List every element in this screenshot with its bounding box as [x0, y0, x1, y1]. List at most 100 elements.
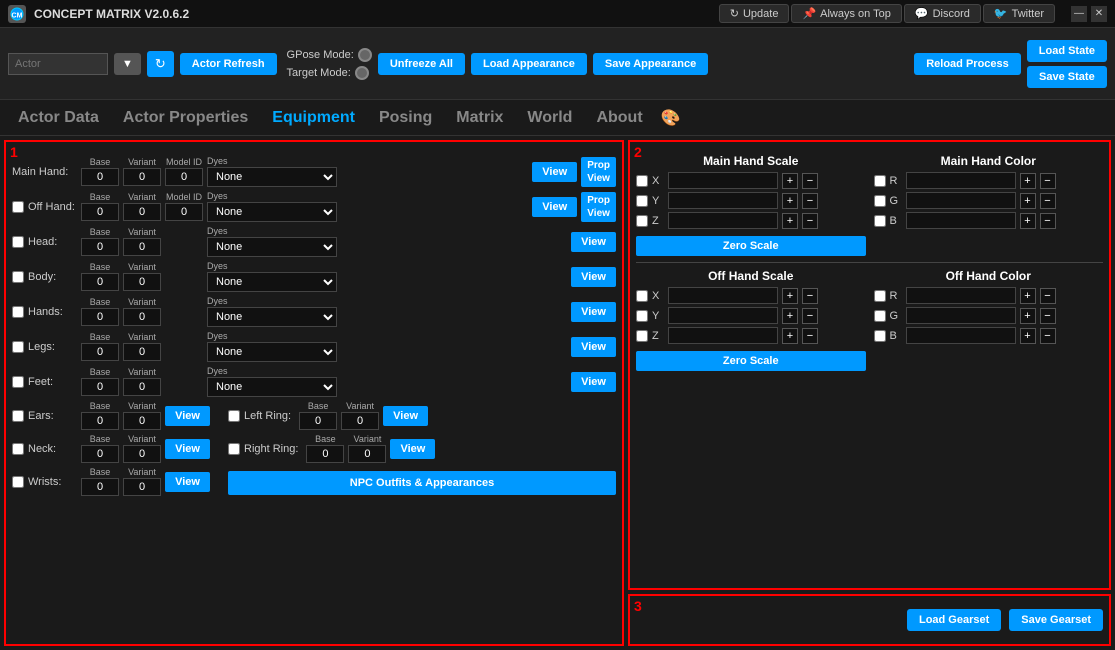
feet-dyes-select[interactable]: None	[207, 377, 337, 397]
neck-base-input[interactable]	[81, 445, 119, 463]
tab-world[interactable]: World	[517, 105, 582, 131]
off-color-g-minus[interactable]: −	[1040, 308, 1056, 324]
off-color-b-input[interactable]: 0.0000000000	[906, 327, 1016, 344]
tab-matrix[interactable]: Matrix	[446, 105, 513, 131]
neck-variant-input[interactable]	[123, 445, 161, 463]
main-scale-y-plus[interactable]: +	[782, 193, 798, 209]
actor-dropdown-button[interactable]: ▼	[114, 53, 141, 75]
main-scale-z-input[interactable]: 0.0000000000	[668, 212, 778, 229]
main-color-r-minus[interactable]: −	[1040, 173, 1056, 189]
head-variant-input[interactable]	[123, 238, 161, 256]
save-appearance-button[interactable]: Save Appearance	[593, 53, 708, 75]
right-ring-view-button[interactable]: View	[390, 439, 435, 459]
off-color-r-plus[interactable]: +	[1020, 288, 1036, 304]
unfreeze-all-button[interactable]: Unfreeze All	[378, 53, 465, 75]
left-ring-base-input[interactable]	[299, 412, 337, 430]
minimize-button[interactable]: —	[1071, 6, 1087, 22]
left-ring-checkbox[interactable]	[228, 410, 240, 422]
off-scale-z-input[interactable]: 0.0000000000	[668, 327, 778, 344]
npc-outfits-button[interactable]: NPC Outfits & Appearances	[228, 471, 616, 495]
hands-view-button[interactable]: View	[571, 302, 616, 322]
wrists-base-input[interactable]	[81, 478, 119, 496]
off-color-g-checkbox[interactable]	[874, 310, 886, 322]
main-scale-zero-button[interactable]: Zero Scale	[636, 236, 866, 256]
head-base-input[interactable]	[81, 238, 119, 256]
main-scale-x-input[interactable]: 0.0000000000	[668, 172, 778, 189]
head-checkbox[interactable]	[12, 236, 24, 248]
off-color-g-input[interactable]: 0.0000000000	[906, 307, 1016, 324]
ears-base-input[interactable]	[81, 412, 119, 430]
tab-actor-data[interactable]: Actor Data	[8, 105, 109, 131]
main-hand-modelid-input[interactable]	[165, 168, 203, 186]
left-ring-variant-input[interactable]	[341, 412, 379, 430]
main-hand-dyes-select[interactable]: None	[207, 167, 337, 187]
tab-about[interactable]: About	[586, 105, 652, 131]
main-hand-variant-input[interactable]	[123, 168, 161, 186]
main-color-g-plus[interactable]: +	[1020, 193, 1036, 209]
reload-process-button[interactable]: Reload Process	[914, 53, 1021, 75]
gpose-dot[interactable]	[358, 48, 372, 62]
off-scale-y-checkbox[interactable]	[636, 310, 648, 322]
hands-base-input[interactable]	[81, 308, 119, 326]
tab-posing[interactable]: Posing	[369, 105, 442, 131]
refresh-icon-button[interactable]: ↻	[147, 51, 174, 77]
target-dot[interactable]	[355, 66, 369, 80]
wrists-view-button[interactable]: View	[165, 472, 210, 492]
off-color-r-input[interactable]: 0.0000000000	[906, 287, 1016, 304]
head-dyes-select[interactable]: None	[207, 237, 337, 257]
off-color-g-plus[interactable]: +	[1020, 308, 1036, 324]
ears-view-button[interactable]: View	[165, 406, 210, 426]
left-ring-view-button[interactable]: View	[383, 406, 428, 426]
main-color-g-checkbox[interactable]	[874, 195, 886, 207]
main-color-g-input[interactable]: 0.0000000000	[906, 192, 1016, 209]
discord-button[interactable]: 💬 Discord	[904, 4, 981, 23]
body-dyes-select[interactable]: None	[207, 272, 337, 292]
wrists-checkbox[interactable]	[12, 476, 24, 488]
feet-variant-input[interactable]	[123, 378, 161, 396]
main-scale-y-checkbox[interactable]	[636, 195, 648, 207]
main-scale-x-plus[interactable]: +	[782, 173, 798, 189]
right-ring-base-input[interactable]	[306, 445, 344, 463]
off-hand-variant-input[interactable]	[123, 203, 161, 221]
actor-select[interactable]	[8, 53, 108, 75]
off-hand-view-button[interactable]: View	[532, 197, 577, 217]
main-color-b-minus[interactable]: −	[1040, 213, 1056, 229]
off-hand-modelid-input[interactable]	[165, 203, 203, 221]
off-scale-x-checkbox[interactable]	[636, 290, 648, 302]
wrists-variant-input[interactable]	[123, 478, 161, 496]
body-variant-input[interactable]	[123, 273, 161, 291]
off-scale-zero-button[interactable]: Zero Scale	[636, 351, 866, 371]
load-state-button[interactable]: Load State	[1027, 40, 1107, 62]
off-scale-z-checkbox[interactable]	[636, 330, 648, 342]
off-scale-x-minus[interactable]: −	[802, 288, 818, 304]
off-color-b-minus[interactable]: −	[1040, 328, 1056, 344]
off-color-b-plus[interactable]: +	[1020, 328, 1036, 344]
body-view-button[interactable]: View	[571, 267, 616, 287]
right-ring-variant-input[interactable]	[348, 445, 386, 463]
body-base-input[interactable]	[81, 273, 119, 291]
main-color-r-plus[interactable]: +	[1020, 173, 1036, 189]
main-scale-z-minus[interactable]: −	[802, 213, 818, 229]
main-color-r-input[interactable]: 0.0000000000	[906, 172, 1016, 189]
ears-variant-input[interactable]	[123, 412, 161, 430]
ears-checkbox[interactable]	[12, 410, 24, 422]
close-button[interactable]: ✕	[1091, 6, 1107, 22]
main-scale-y-input[interactable]: 0.0000000000	[668, 192, 778, 209]
legs-dyes-select[interactable]: None	[207, 342, 337, 362]
off-hand-base-input[interactable]	[81, 203, 119, 221]
main-hand-base-input[interactable]	[81, 168, 119, 186]
always-on-top-button[interactable]: 📌 Always on Top	[791, 4, 901, 23]
right-ring-checkbox[interactable]	[228, 443, 240, 455]
main-color-b-input[interactable]: 0.0000000000	[906, 212, 1016, 229]
load-gearset-button[interactable]: Load Gearset	[907, 609, 1001, 631]
tab-equipment[interactable]: Equipment	[262, 105, 365, 131]
legs-view-button[interactable]: View	[571, 337, 616, 357]
off-scale-z-minus[interactable]: −	[802, 328, 818, 344]
legs-base-input[interactable]	[81, 343, 119, 361]
main-color-b-plus[interactable]: +	[1020, 213, 1036, 229]
legs-checkbox[interactable]	[12, 341, 24, 353]
tab-actor-properties[interactable]: Actor Properties	[113, 105, 258, 131]
off-scale-x-input[interactable]: 0.0000000000	[668, 287, 778, 304]
main-color-r-checkbox[interactable]	[874, 175, 886, 187]
head-view-button[interactable]: View	[571, 232, 616, 252]
